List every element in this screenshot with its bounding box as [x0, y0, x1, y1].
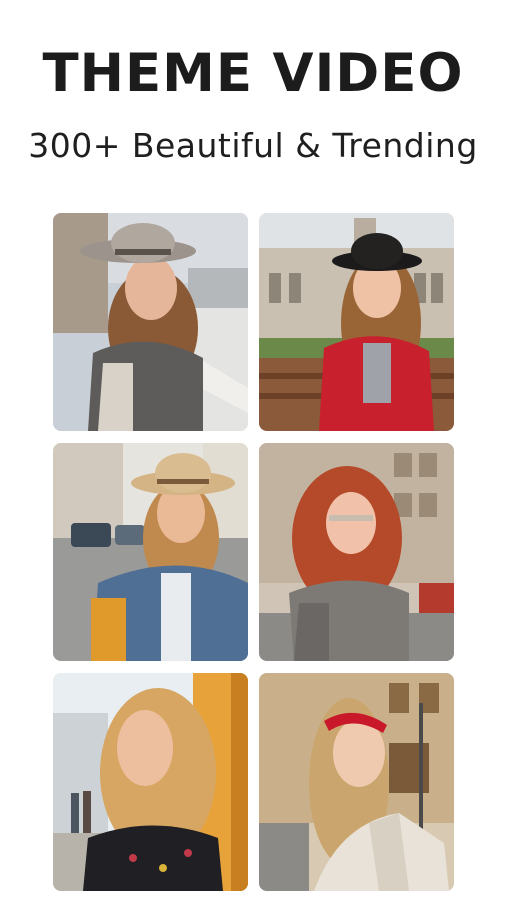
theme-tile-1[interactable]: [53, 213, 248, 431]
woman-straw-hat-photo: [53, 443, 248, 661]
woman-red-hair-photo: [259, 443, 454, 661]
woman-red-headband-photo: [259, 673, 454, 891]
woman-gray-hat-photo: [53, 213, 248, 431]
theme-tile-5[interactable]: [53, 673, 248, 891]
theme-tile-6[interactable]: [259, 673, 454, 891]
woman-blonde-photo: [53, 673, 248, 891]
theme-tile-2[interactable]: [259, 213, 454, 431]
theme-tile-3[interactable]: [53, 443, 248, 661]
theme-tile-4[interactable]: [259, 443, 454, 661]
woman-black-hat-photo: [259, 213, 454, 431]
theme-grid: [0, 0, 506, 900]
